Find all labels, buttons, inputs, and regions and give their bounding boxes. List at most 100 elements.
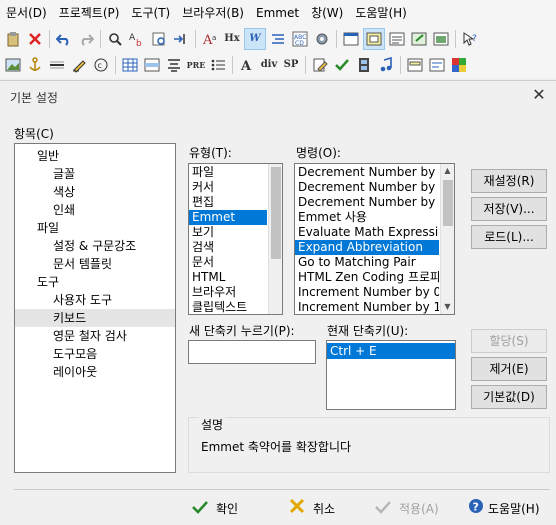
tree-item-file[interactable]: 파일 — [15, 219, 175, 237]
music-note-icon[interactable] — [376, 55, 396, 75]
redo-icon[interactable] — [76, 29, 96, 49]
edit-pencil-icon[interactable] — [69, 55, 89, 75]
settings-gear-icon[interactable] — [312, 29, 332, 49]
ok-button[interactable]: 확인 — [192, 496, 238, 520]
tree-item-spell-check[interactable]: 영문 철자 검사 — [15, 327, 175, 345]
menu-help[interactable]: 도움말(H) — [349, 0, 413, 26]
tree-item-print[interactable]: 인쇄 — [15, 201, 175, 219]
align-center-icon[interactable] — [164, 55, 184, 75]
list-item[interactable]: 클립텍스트 — [189, 300, 267, 314]
type-list[interactable]: 파일 커서 편집 Emmet 보기 검색 문서 HTML 브라우저 클립텍스트 — [188, 163, 283, 315]
remove-button[interactable]: 제거(E) — [471, 357, 547, 381]
list-item[interactable]: Go to Matching Pair — [295, 255, 439, 270]
color-palette-icon[interactable] — [449, 55, 469, 75]
validate-check-icon[interactable] — [332, 55, 352, 75]
scrollbar-thumb[interactable] — [443, 180, 453, 226]
window-list-icon[interactable] — [387, 29, 407, 49]
list-icon[interactable] — [208, 55, 228, 75]
list-item-selected[interactable]: Ctrl + E — [327, 343, 455, 359]
tree-item-general[interactable]: 일반 — [15, 147, 175, 165]
font-icon[interactable]: Aa — [200, 29, 220, 49]
table-row-icon[interactable] — [142, 55, 162, 75]
list-item[interactable]: Decrement Number by 0.1 — [295, 165, 439, 180]
tree-item-toolbars[interactable]: 도구모음 — [15, 345, 175, 363]
menu-window[interactable]: 창(W) — [305, 0, 349, 26]
list-item[interactable]: 편집 — [189, 195, 267, 210]
list-item[interactable]: Decrement Number by 1 — [295, 180, 439, 195]
input-box-icon[interactable] — [427, 55, 447, 75]
copyright-icon[interactable]: c — [91, 55, 111, 75]
command-list-scrollbar[interactable]: ▲ ▼ — [440, 164, 454, 314]
list-item[interactable]: 파일 — [189, 165, 267, 180]
tree-item-layout[interactable]: 레이아웃 — [15, 363, 175, 381]
find-icon[interactable] — [105, 29, 125, 49]
menu-tools[interactable]: 도구(T) — [125, 0, 176, 26]
tree-item-color[interactable]: 색상 — [15, 183, 175, 201]
tree-item-user-tools[interactable]: 사용자 도구 — [15, 291, 175, 309]
tree-item-templates[interactable]: 문서 템플릿 — [15, 255, 175, 273]
tree-item-tools[interactable]: 도구 — [15, 273, 175, 291]
horizontal-rule-icon[interactable] — [47, 55, 67, 75]
list-item[interactable]: HTML Zen Coding 프로파일 — [295, 270, 439, 285]
list-item[interactable]: Increment Number by 1 — [295, 300, 439, 314]
bold-a-icon[interactable]: A — [237, 55, 257, 75]
current-shortcut-list[interactable]: Ctrl + E — [326, 340, 456, 410]
list-item[interactable]: HTML — [189, 270, 267, 285]
tree-item-keyboard[interactable]: 키보드 — [15, 309, 175, 327]
list-item[interactable]: Decrement Number by 10 — [295, 195, 439, 210]
load-button[interactable]: 로드(L)... — [471, 225, 547, 249]
table-icon[interactable] — [120, 55, 140, 75]
save-button[interactable]: 저장(V)... — [471, 197, 547, 221]
form-icon[interactable] — [405, 55, 425, 75]
image-export-icon[interactable] — [409, 29, 429, 49]
tree-item-font[interactable]: 글꼴 — [15, 165, 175, 183]
hx-button[interactable]: Hx — [222, 29, 242, 49]
help-button[interactable]: ? 도움말(H) — [468, 496, 540, 520]
default-button[interactable]: 기본값(D) — [471, 385, 547, 409]
menu-emmet[interactable]: Emmet — [250, 0, 305, 26]
list-item[interactable]: 보기 — [189, 225, 267, 240]
scroll-up-arrow-icon[interactable]: ▲ — [441, 164, 454, 178]
edit-document-icon[interactable] — [310, 55, 330, 75]
type-list-scrollbar[interactable] — [268, 164, 282, 314]
window-icon[interactable] — [341, 29, 361, 49]
undo-icon[interactable] — [54, 29, 74, 49]
goto-line-icon[interactable] — [171, 29, 191, 49]
find-in-files-icon[interactable] — [149, 29, 169, 49]
list-item-selected[interactable]: Expand Abbreviation — [295, 240, 439, 255]
scroll-down-arrow-icon[interactable]: ▼ — [441, 300, 454, 314]
pre-button[interactable]: PRE — [186, 55, 206, 75]
paste-icon[interactable] — [3, 29, 23, 49]
new-shortcut-input[interactable] — [188, 340, 316, 364]
span-button[interactable]: SP — [281, 55, 301, 75]
line-numbers-icon[interactable] — [268, 29, 288, 49]
category-tree[interactable]: 일반 글꼴 색상 인쇄 파일 설정 & 구문강조 문서 템플릿 도구 사용자 도… — [14, 143, 176, 473]
window-split-icon[interactable] — [363, 28, 385, 50]
tree-item-syntax[interactable]: 설정 & 구문강조 — [15, 237, 175, 255]
list-item[interactable]: 검색 — [189, 240, 267, 255]
assign-button[interactable]: 할당(S) — [471, 329, 547, 353]
list-item[interactable]: 브라우저 — [189, 285, 267, 300]
spell-check-icon[interactable]: ABC CD — [290, 29, 310, 49]
list-item[interactable]: 문서 — [189, 255, 267, 270]
replace-icon[interactable]: Ab — [127, 29, 147, 49]
film-icon[interactable] — [354, 55, 374, 75]
image-icon[interactable] — [3, 55, 23, 75]
preview-icon[interactable] — [431, 29, 451, 49]
reset-button[interactable]: 재설정(R) — [471, 169, 547, 193]
word-wrap-button[interactable]: W — [244, 28, 266, 50]
close-icon[interactable]: ✕ — [528, 85, 550, 105]
apply-button[interactable]: 적용(A) — [375, 496, 439, 520]
div-button[interactable]: div — [259, 55, 279, 75]
context-help-icon[interactable]: ? — [460, 29, 480, 49]
menu-browser[interactable]: 브라우저(B) — [176, 0, 250, 26]
list-item[interactable]: Evaluate Math Expression — [295, 225, 439, 240]
list-item[interactable]: Increment Number by 0.1 — [295, 285, 439, 300]
menu-document[interactable]: 문서(D) — [0, 0, 53, 26]
list-item[interactable]: 커서 — [189, 180, 267, 195]
command-list[interactable]: Decrement Number by 0.1 Decrement Number… — [294, 163, 455, 315]
delete-icon[interactable] — [25, 29, 45, 49]
scrollbar-thumb[interactable] — [271, 167, 281, 259]
list-item-selected[interactable]: Emmet — [189, 210, 267, 225]
cancel-button[interactable]: 취소 — [289, 496, 335, 520]
